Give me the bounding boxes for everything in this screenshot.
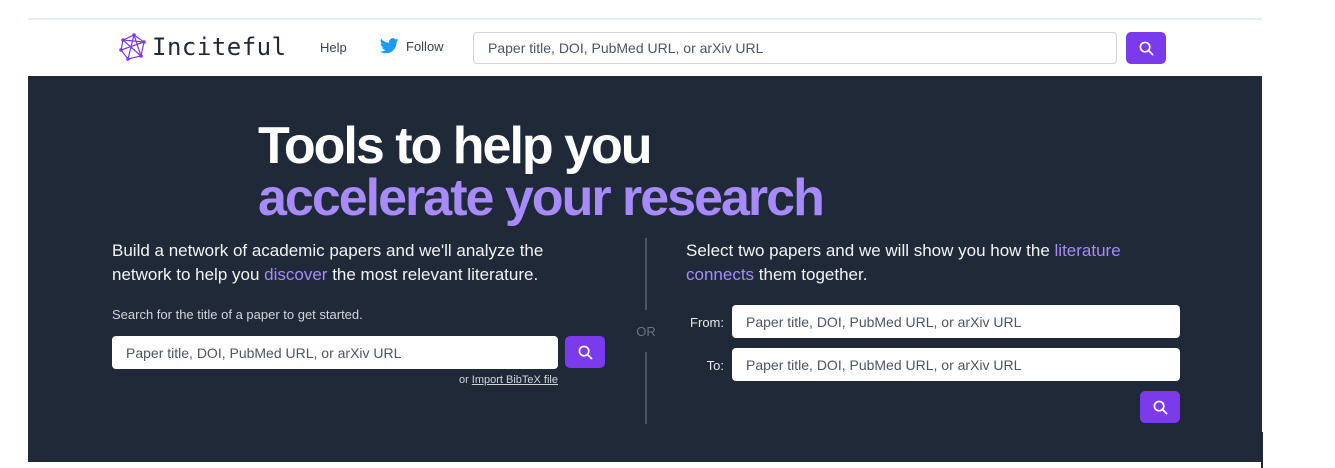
search-icon: [1139, 41, 1153, 55]
import-bibtex-link[interactable]: Import BibTeX file: [472, 374, 558, 386]
connect-search-button[interactable]: [1140, 391, 1180, 423]
twitter-icon: [380, 38, 399, 54]
hero-title-line1: Tools to help you: [258, 117, 653, 175]
from-paper-input[interactable]: [732, 305, 1180, 338]
brand-name: Inciteful: [152, 33, 287, 61]
divider-top: [645, 238, 647, 310]
nav-follow-link[interactable]: Follow: [380, 38, 444, 54]
connect-desc-text-end: them together.: [754, 265, 868, 284]
divider-bottom: [645, 352, 647, 424]
connect-description: Select two papers and we will show you h…: [686, 239, 1186, 287]
discover-highlight: discover: [264, 265, 328, 284]
follow-label: Follow: [406, 38, 444, 54]
search-icon: [578, 345, 592, 359]
nav-search-button[interactable]: [1126, 32, 1166, 64]
paper-search-input[interactable]: [112, 336, 558, 369]
to-paper-input[interactable]: [732, 348, 1180, 381]
import-prefix: or: [458, 374, 472, 386]
discover-description: Build a network of academic papers and w…: [112, 239, 592, 287]
hero-section: Tools to help you accelerate your resear…: [28, 76, 1262, 462]
page-edge: [1261, 432, 1263, 468]
hero-title-line2: accelerate your research: [258, 169, 825, 227]
search-hint: Search for the title of a paper to get s…: [112, 307, 363, 322]
nav-help-link[interactable]: Help: [320, 40, 347, 55]
from-label: From:: [690, 315, 724, 330]
inciteful-logo-icon: [119, 33, 146, 61]
import-bibtex: or Import BibTeX file: [408, 374, 558, 386]
or-separator: OR: [636, 324, 656, 339]
search-icon: [1153, 400, 1167, 414]
navbar: Inciteful Help Follow: [28, 20, 1262, 76]
connect-desc-text: Select two papers and we will show you h…: [686, 241, 1055, 260]
discover-desc-text-end: the most relevant literature.: [327, 265, 539, 284]
nav-search-input[interactable]: [473, 32, 1117, 64]
paper-search-button[interactable]: [565, 336, 605, 368]
brand-logo[interactable]: Inciteful: [118, 32, 287, 62]
to-label: To:: [706, 358, 724, 373]
